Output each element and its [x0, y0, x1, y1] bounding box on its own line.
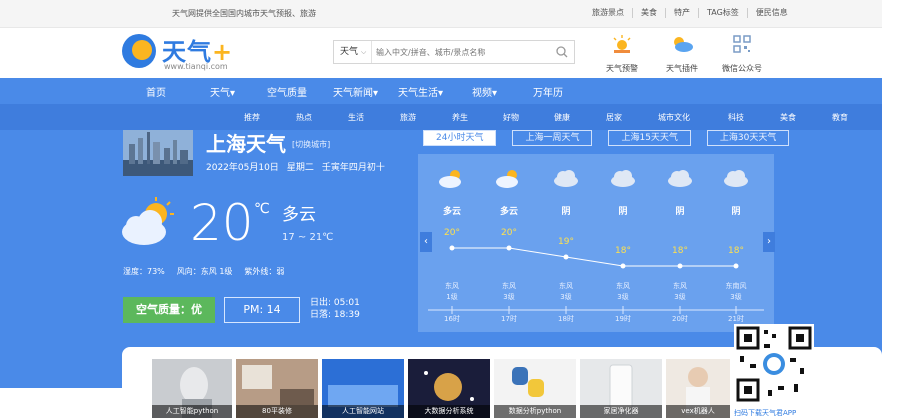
- subnav-item-recommend[interactable]: 推荐: [244, 112, 260, 123]
- trend-point: [449, 245, 455, 251]
- header: 天气+ www.tianqi.com 天气⌵ 天气预警 天气插件: [0, 28, 882, 78]
- app-qr-code[interactable]: [734, 324, 814, 404]
- news-thumb-decoration[interactable]: 80平装修: [236, 359, 318, 418]
- tab-24h[interactable]: 24小时天气: [423, 130, 497, 146]
- search-category-select[interactable]: 天气 ⌵: [334, 41, 372, 63]
- tool-wechat[interactable]: 微信公众号: [712, 32, 772, 75]
- nav-item-weather[interactable]: 天气▾: [210, 84, 235, 99]
- alert-sun-icon: [613, 35, 631, 53]
- trend-point: [563, 254, 569, 260]
- news-thumb-ai-python[interactable]: 人工智能python: [152, 359, 232, 418]
- subnav-item-hot[interactable]: 热点: [296, 112, 312, 123]
- subnav-item-food[interactable]: 美食: [780, 112, 796, 123]
- weather-metrics: 湿度：73% 风向：东风 1级 紫外线：弱: [123, 266, 284, 277]
- wind-direction: 风向：东风 1级: [176, 267, 233, 276]
- sunset: 日落: 18:39: [310, 310, 360, 320]
- forecast-tabs: 24小时天气 上海一周天气 上海15天天气 上海30天天气: [423, 130, 790, 146]
- temperature-unit: ℃: [254, 201, 270, 217]
- news-thumb-python[interactable]: 数据分析python: [494, 359, 576, 418]
- air-quality-badge[interactable]: 空气质量：优: [123, 297, 215, 323]
- search-box: 天气 ⌵: [333, 40, 575, 64]
- current-condition: 多云: [282, 205, 316, 225]
- nav-item-video[interactable]: 视频▾: [472, 84, 497, 99]
- subnav-item-goods[interactable]: 好物: [503, 112, 519, 123]
- trend-point: [677, 263, 683, 269]
- subnav-item-life[interactable]: 生活: [348, 112, 364, 123]
- top-links: 旅游景点 美食 特产 TAG标签 便民信息: [584, 8, 796, 18]
- news-thumb-robot[interactable]: vex机器人: [666, 359, 730, 418]
- subnav-item-education[interactable]: 教育: [832, 112, 848, 123]
- news-thumb-website[interactable]: 人工智能网站: [322, 359, 404, 418]
- plugin-cloud-icon: [674, 37, 693, 52]
- logo-mark-icon: [122, 34, 156, 68]
- top-link-travel[interactable]: 旅游景点: [584, 8, 632, 18]
- nav-item-calendar[interactable]: 万年历: [533, 84, 563, 99]
- main-nav: 首页 天气▾ 空气质量 天气新闻▾ 天气生活▾ 视频▾ 万年历: [0, 78, 882, 104]
- news-thumb-bigdata[interactable]: 大数据分析系统: [408, 359, 490, 418]
- current-temperature: 20: [190, 194, 254, 252]
- temperature-trend-line: [428, 245, 764, 314]
- tab-30day[interactable]: 上海30天天气: [706, 130, 790, 146]
- tab-week[interactable]: 上海一周天气: [512, 130, 593, 146]
- search-icon[interactable]: [556, 46, 568, 58]
- top-bar: 天气网提供全国国内城市天气预报、旅游 旅游景点 美食 特产 TAG标签 便民信息: [0, 0, 882, 28]
- search-input[interactable]: [376, 44, 546, 60]
- site-intro: 天气网提供全国国内城市天气预报、旅游: [172, 9, 316, 18]
- qr-code-icon: [733, 35, 751, 53]
- pm-value: PM: 14: [224, 297, 300, 323]
- trend-line: [452, 247, 736, 267]
- subnav-item-health-care[interactable]: 养生: [452, 112, 468, 123]
- partly-cloudy-icon: [122, 197, 174, 245]
- tool-weather-alert[interactable]: 天气预警: [592, 32, 652, 75]
- sunrise: 日出: 05:01: [310, 298, 360, 308]
- tab-15day[interactable]: 上海15天天气: [608, 130, 691, 146]
- temperature-range: 17 ~ 21℃: [282, 232, 334, 243]
- city-name: 上海天气: [206, 132, 286, 156]
- tool-weather-plugin[interactable]: 天气插件: [652, 32, 712, 75]
- subnav-item-health[interactable]: 健康: [554, 112, 570, 123]
- date-line: 2022年05月10日 星期二 壬寅年四月初十: [206, 163, 385, 173]
- logo-url: www.tianqi.com: [164, 62, 228, 71]
- top-link-food[interactable]: 美食: [632, 8, 665, 18]
- chevron-down-icon: ⌵: [361, 48, 367, 56]
- subnav-item-home[interactable]: 居家: [606, 112, 622, 123]
- subnav-item-city-culture[interactable]: 城市文化: [658, 112, 690, 123]
- switch-city-link[interactable]: [切换城市]: [292, 139, 330, 150]
- news-thumb-purifier[interactable]: 家居净化器: [580, 359, 662, 418]
- subnav-item-travel[interactable]: 旅游: [400, 112, 416, 123]
- trend-point: [506, 245, 512, 251]
- header-tools: 天气预警 天气插件 微信公众号: [592, 32, 772, 75]
- nav-item-air-quality[interactable]: 空气质量: [267, 84, 307, 99]
- sub-nav: 推荐 热点 生活 旅游 养生 好物 健康 居家 城市文化 科技 美食 教育: [0, 104, 882, 130]
- subnav-item-tech[interactable]: 科技: [728, 112, 744, 123]
- uv-index: 紫外线：弱: [244, 267, 285, 276]
- qr-caption: 扫码下载天气君APP: [734, 409, 797, 417]
- site-logo[interactable]: 天气+ www.tianqi.com: [120, 32, 250, 74]
- nav-item-home[interactable]: 首页: [146, 84, 166, 99]
- top-link-tags[interactable]: TAG标签: [698, 8, 747, 18]
- city-skyline-image: [123, 130, 193, 176]
- humidity: 湿度：73%: [123, 267, 165, 276]
- sun-times: 日出: 05:01 日落: 18:39: [310, 297, 360, 321]
- trend-point: [733, 263, 739, 269]
- top-link-services[interactable]: 便民信息: [746, 8, 796, 18]
- nav-item-weather-life[interactable]: 天气生活▾: [398, 84, 443, 99]
- top-link-specialty[interactable]: 特产: [665, 8, 698, 18]
- nav-item-weather-news[interactable]: 天气新闻▾: [333, 84, 378, 99]
- trend-point: [620, 263, 626, 269]
